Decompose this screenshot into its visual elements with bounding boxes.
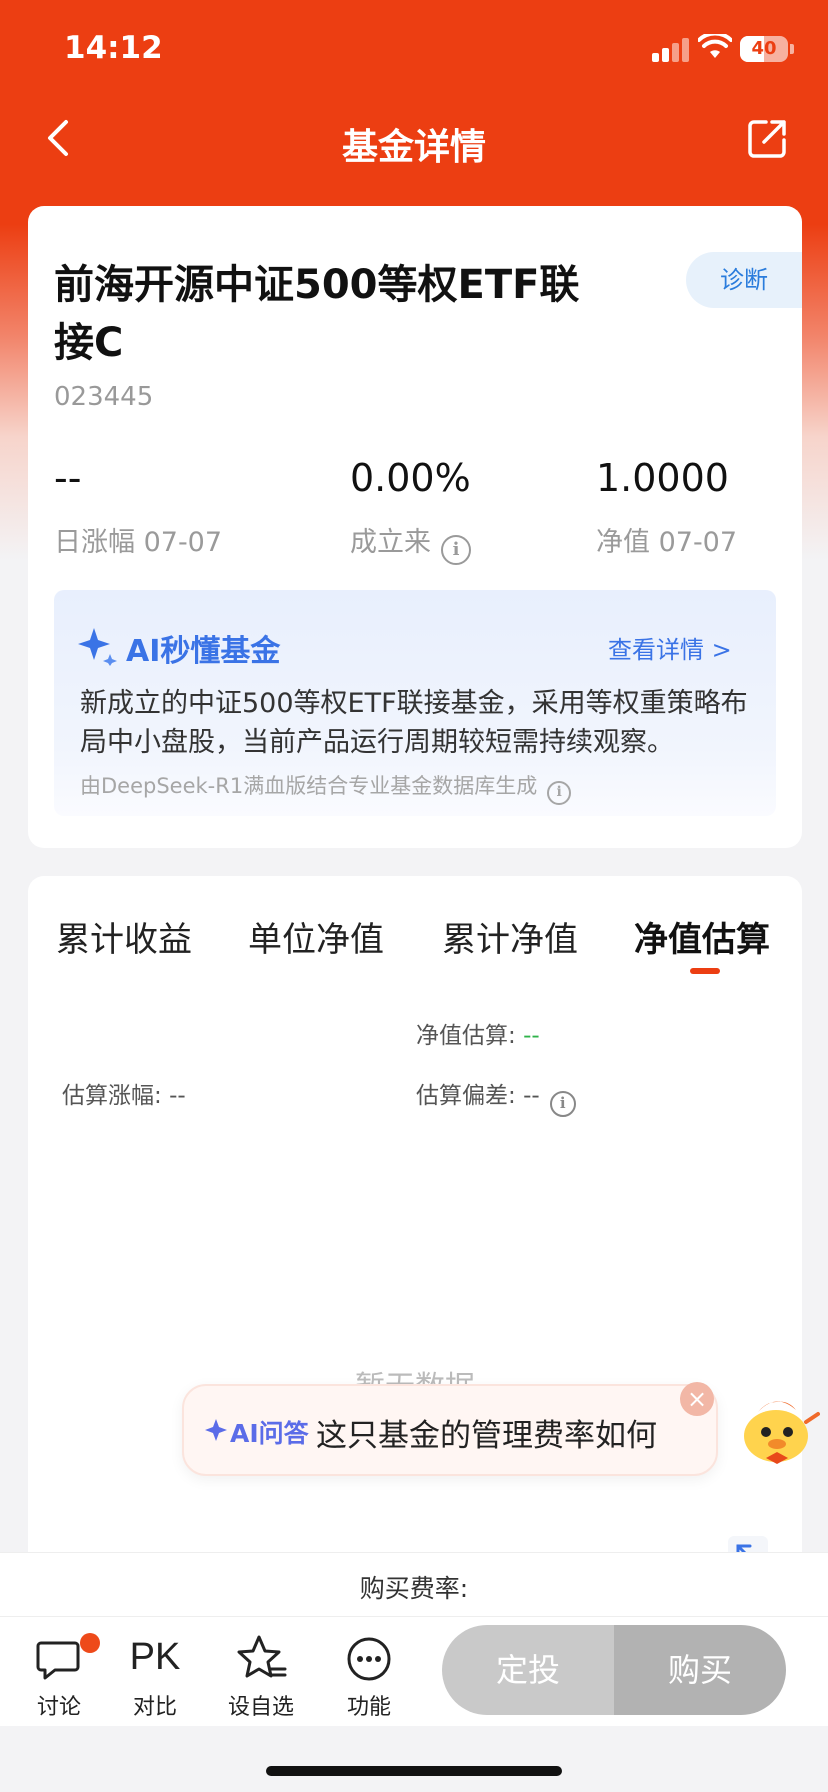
signal-icon (652, 38, 690, 62)
home-indicator[interactable] (266, 1766, 562, 1776)
status-bar: 14:12 40 (0, 0, 828, 100)
mascot-icon[interactable] (736, 1386, 820, 1470)
deviation-row: 估算偏差: -- i (416, 1076, 576, 1117)
info-icon[interactable]: i (547, 781, 572, 805)
battery-level: 40 (751, 38, 777, 59)
fee-bar: 购买费率: (0, 1552, 828, 1616)
share-icon[interactable] (746, 116, 790, 160)
wifi-icon (698, 34, 732, 58)
nav-label: 净值 07-07 (596, 527, 738, 558)
deviation-label: 估算偏差: (416, 1083, 516, 1109)
sparkle-icon (205, 1419, 227, 1441)
tab-nav-estimate[interactable]: 净值估算 (634, 912, 770, 961)
change-label: 估算涨幅: (62, 1083, 162, 1109)
home-area (0, 1726, 828, 1792)
chat-icon (36, 1641, 80, 1680)
status-time: 14:12 (64, 30, 163, 66)
tab-unit-nav[interactable]: 单位净值 (248, 912, 384, 961)
ai-question-text: 这只基金的管理费率如何 (316, 1418, 657, 1454)
pk-icon: PK (129, 1636, 181, 1678)
add-watchlist-button[interactable]: 设自选 (216, 1629, 306, 1721)
close-icon[interactable]: × (680, 1382, 714, 1416)
discussion-label: 讨论 (36, 1695, 81, 1720)
active-tab-indicator (690, 968, 720, 974)
bottom-bar: 讨论 PK 对比 设自选 功能 定投 购买 (0, 1616, 828, 1726)
discussion-button[interactable]: 讨论 (14, 1629, 104, 1721)
estimate-label: 净值估算: (416, 1023, 516, 1049)
nav-bar: 基金详情 (0, 100, 828, 184)
buy-button[interactable]: 购买 (614, 1625, 786, 1715)
ai-summary-source-wrap: 由DeepSeek-R1满血版结合专业基金数据库生成 i (80, 770, 572, 805)
battery-icon: 40 (740, 36, 788, 62)
functions-label: 功能 (346, 1695, 391, 1720)
estimate-row: 净值估算: -- (416, 1016, 540, 1050)
action-buttons: 定投 购买 (442, 1625, 786, 1715)
info-icon[interactable]: i (441, 535, 471, 565)
ai-question-tag: AI问答 (230, 1419, 309, 1448)
estimate-value: -- (523, 1023, 540, 1049)
since-inception-label: 成立来 (350, 527, 431, 558)
since-inception-label-wrap: 成立来 i (350, 520, 471, 565)
change-value: -- (169, 1083, 186, 1109)
battery-tip (790, 44, 794, 54)
notification-badge (80, 1633, 100, 1653)
ai-question-bubble[interactable]: AI问答 这只基金的管理费率如何 (182, 1384, 718, 1476)
info-icon[interactable]: i (549, 1091, 576, 1117)
add-watchlist-label: 设自选 (227, 1695, 294, 1720)
compare-label: 对比 (132, 1695, 177, 1720)
auto-invest-button[interactable]: 定投 (442, 1625, 614, 1715)
ai-summary-box[interactable]: AI秒懂基金 查看详情 > 新成立的中证500等权ETF联接基金，采用等权重策略… (54, 590, 776, 816)
tab-cumulative-nav[interactable]: 累计净值 (442, 912, 578, 961)
fund-name: 前海开源中证500等权ETF联接C (54, 262, 580, 366)
purchase-fee-label: 购买费率: (359, 1574, 469, 1603)
compare-button[interactable]: PK 对比 (110, 1629, 200, 1721)
star-add-icon (237, 1635, 287, 1678)
fund-card: 前海开源中证500等权ETF联接C 诊断 023445 -- 日涨幅 07-07… (28, 206, 802, 848)
daily-change-label: 日涨幅 07-07 (54, 527, 223, 558)
ai-summary-title: AI秒懂基金 (126, 634, 281, 669)
daily-change-value: -- (54, 456, 82, 500)
deviation-value: -- (523, 1083, 540, 1109)
nav-value: 1.0000 (596, 456, 729, 500)
ai-summary-source: 由DeepSeek-R1满血版结合专业基金数据库生成 (80, 774, 538, 798)
since-inception-value: 0.00% (350, 456, 471, 500)
tab-cumulative-return[interactable]: 累计收益 (56, 912, 192, 961)
ai-summary-more-link[interactable]: 查看详情 > (608, 630, 732, 665)
diagnose-button[interactable]: 诊断 (686, 252, 802, 308)
page-title: 基金详情 (341, 127, 486, 168)
change-row: 估算涨幅: -- (62, 1076, 186, 1110)
more-icon (347, 1637, 391, 1681)
ai-summary-text: 新成立的中证500等权ETF联接基金，采用等权重策略布局中小盘股，当前产品运行周… (80, 688, 748, 758)
fund-code: 023445 (54, 382, 154, 412)
sparkle-icon (78, 628, 117, 666)
functions-button[interactable]: 功能 (324, 1629, 414, 1721)
